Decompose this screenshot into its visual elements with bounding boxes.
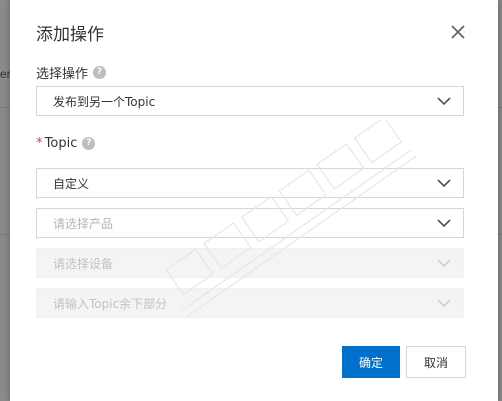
device-select: 请选择设备	[36, 248, 464, 278]
chevron-down-icon	[437, 97, 451, 105]
chevron-down-icon	[437, 219, 451, 227]
chevron-down-icon	[437, 179, 451, 187]
action-field-label: 选择操作 ?	[36, 63, 107, 82]
action-label-text: 选择操作	[36, 67, 89, 82]
topic-rest-placeholder: 请输入Topic余下部分	[53, 296, 168, 311]
chevron-down-icon	[437, 259, 451, 267]
product-select[interactable]: 请选择产品	[36, 208, 464, 238]
dialog-title: 添加操作	[36, 25, 104, 45]
action-select[interactable]: 发布到另一个Topic	[36, 86, 464, 116]
close-icon[interactable]	[450, 24, 466, 40]
cancel-button[interactable]: 取消	[406, 346, 466, 378]
action-select-value: 发布到另一个Topic	[53, 94, 156, 109]
product-select-placeholder: 请选择产品	[53, 216, 114, 231]
topic-type-select[interactable]: 自定义	[36, 168, 464, 198]
chevron-down-icon	[437, 299, 451, 307]
topic-type-value: 自定义	[53, 176, 90, 191]
help-icon[interactable]: ?	[82, 137, 96, 150]
add-action-dialog: 添加操作 选择操作 ? 发布到另一个Topic * Topic ? 自定义 请选…	[10, 0, 498, 401]
required-mark: *	[36, 136, 43, 151]
confirm-button[interactable]: 确定	[342, 346, 400, 378]
help-icon[interactable]: ?	[93, 66, 107, 79]
device-select-placeholder: 请选择设备	[53, 256, 114, 271]
topic-field-label: * Topic ?	[36, 136, 96, 151]
topic-label-text: Topic	[44, 136, 78, 151]
topic-rest-select: 请输入Topic余下部分	[36, 288, 464, 318]
